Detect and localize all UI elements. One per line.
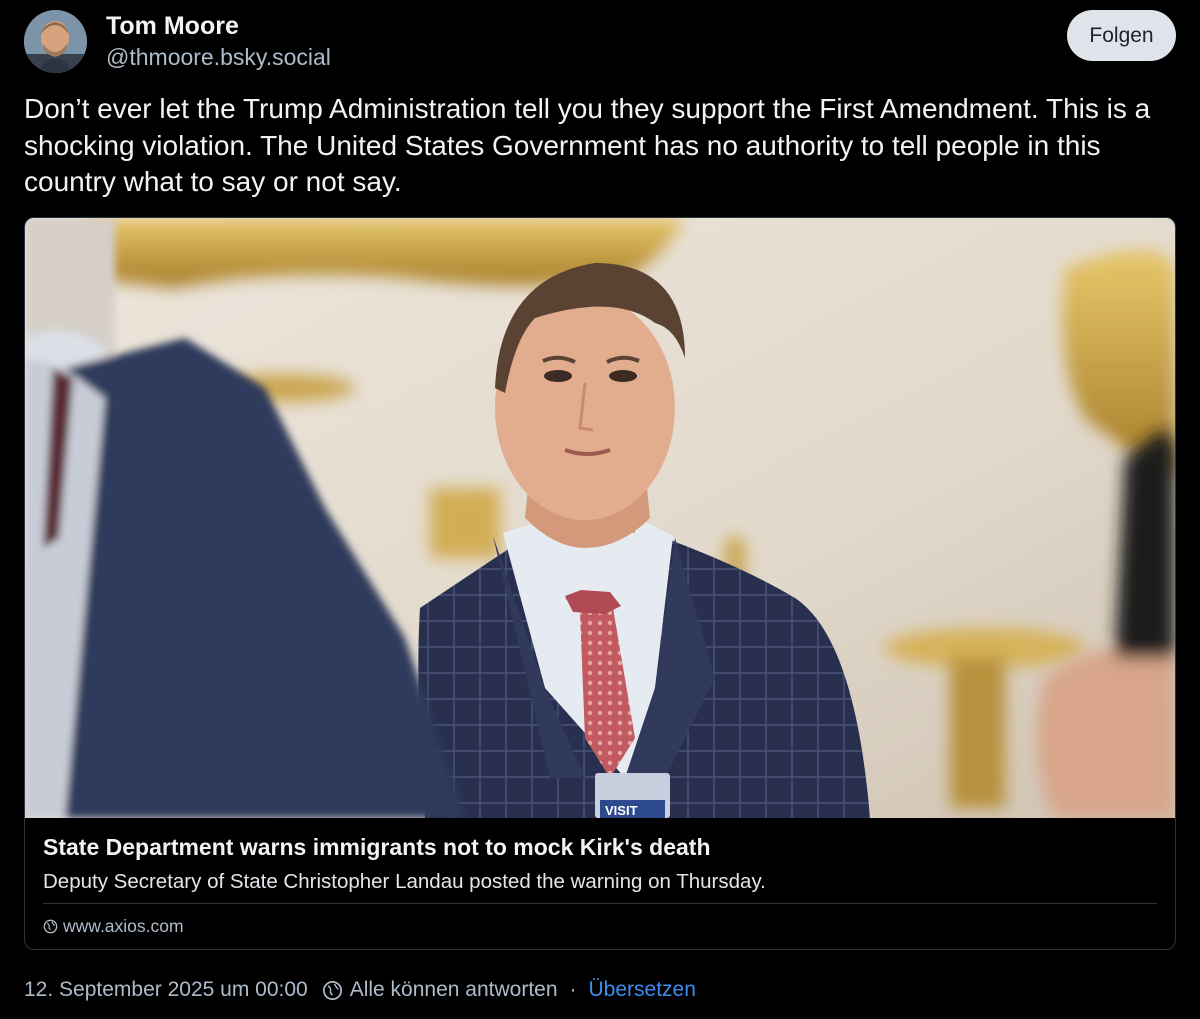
footer-separator: ·: [569, 978, 577, 1001]
link-card-description: Deputy Secretary of State Christopher La…: [43, 870, 766, 893]
post-text: Don’t ever let the Trump Administration …: [24, 93, 1151, 197]
link-card[interactable]: VISIT State Department warns immigrants …: [24, 217, 1176, 950]
post-footer: 12. September 2025 um 00:00 Alle können …: [24, 978, 696, 1002]
author-name[interactable]: Tom Moore: [106, 12, 239, 41]
follow-button[interactable]: Folgen: [1067, 10, 1176, 61]
reply-setting: Alle können antworten: [322, 978, 558, 1002]
link-card-source[interactable]: www.axios.com: [43, 916, 184, 937]
link-card-divider: [43, 903, 1157, 904]
link-card-image: VISIT: [25, 218, 1175, 818]
link-card-title[interactable]: State Department warns immigrants not to…: [43, 834, 1153, 861]
post-timestamp[interactable]: 12. September 2025 um 00:00: [24, 978, 308, 1002]
author-avatar[interactable]: [24, 10, 87, 73]
translate-link[interactable]: Übersetzen: [589, 978, 696, 1002]
link-card-source-label: www.axios.com: [63, 916, 184, 936]
reply-setting-label: Alle können antworten: [349, 978, 558, 1001]
badge-text: VISIT: [605, 803, 638, 818]
globe-icon: [43, 919, 58, 934]
avatar-photo: [24, 10, 87, 73]
globe-icon: [322, 980, 342, 1000]
author-handle[interactable]: @thmoore.bsky.social: [106, 44, 331, 71]
